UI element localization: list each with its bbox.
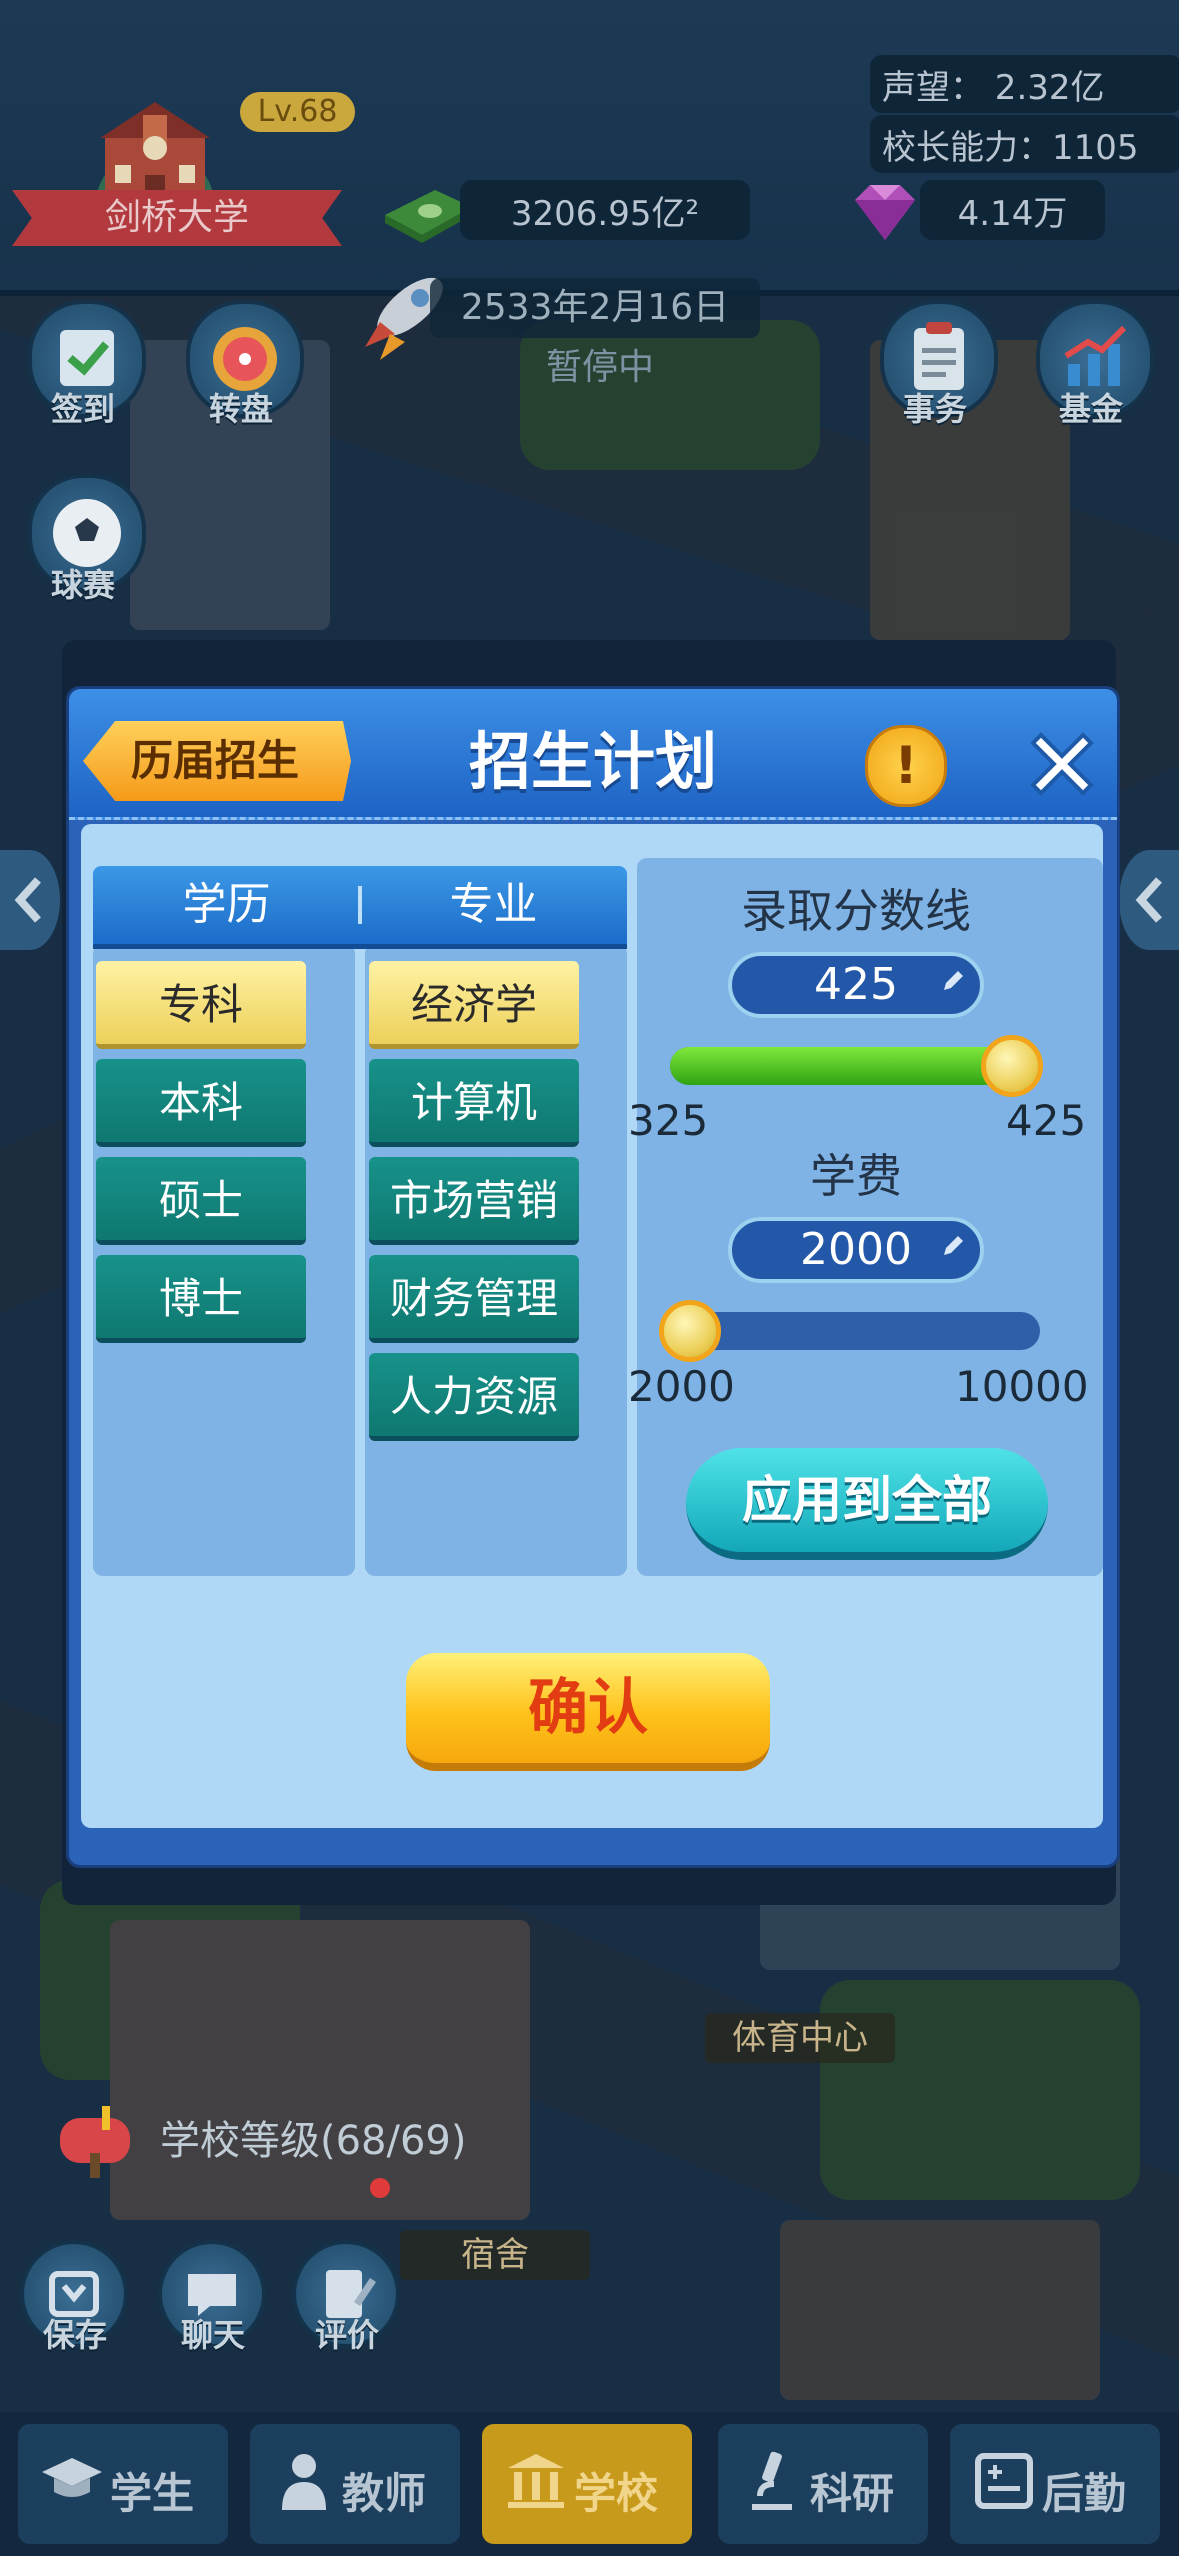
checkin-label: 签到 — [50, 390, 115, 428]
gem-value: 4.14万 — [957, 193, 1068, 234]
dorm-label[interactable]: 宿舍 — [400, 2230, 590, 2280]
money-display: 3206.95亿² — [460, 180, 750, 240]
affairs-label: 事务 — [902, 390, 967, 428]
fee-slider-knob[interactable] — [659, 1300, 721, 1362]
review-notification-dot — [370, 2178, 390, 2198]
nav-logistics[interactable]: 后勤 — [950, 2424, 1160, 2544]
nav-research[interactable]: 科研 — [718, 2424, 928, 2544]
right-arrow-icon[interactable] — [1119, 850, 1179, 950]
graduation-cap-icon — [42, 2458, 102, 2497]
degree-item-doctor[interactable]: 博士 — [96, 1255, 306, 1343]
fee-max-label: 10000 — [955, 1362, 1089, 1411]
score-line-label: 录取分数线 — [741, 884, 971, 938]
game-date: 2533年2月16日 — [430, 278, 760, 338]
fee-value-field[interactable]: 2000 — [728, 1217, 984, 1283]
score-min-label: 325 — [628, 1096, 709, 1145]
major-item-hr[interactable]: 人力资源 — [369, 1353, 579, 1441]
major-item-marketing[interactable]: 市场营销 — [369, 1157, 579, 1245]
fee-slider-track[interactable] — [670, 1312, 1040, 1350]
school-building-icon — [508, 2454, 564, 2508]
score-value: 425 — [814, 959, 898, 1010]
tab-bar: 学历 专业 — [93, 866, 627, 949]
microscope-icon — [752, 2451, 792, 2510]
score-slider-fill — [670, 1047, 1032, 1085]
pencil-icon — [944, 971, 963, 990]
tab-degree[interactable]: 学历 — [93, 866, 360, 944]
nav-teachers-label: 教师 — [342, 2469, 427, 2518]
wheel-label: 转盘 — [208, 390, 273, 428]
gem-icon — [855, 185, 915, 240]
prestige-display: 声望： 2.32亿 — [870, 55, 1179, 113]
fund-label: 基金 — [1058, 390, 1123, 428]
nav-school[interactable]: 学校 — [482, 2424, 692, 2544]
mailbox-icon — [60, 2106, 130, 2178]
score-value-field[interactable]: 425 — [728, 952, 984, 1018]
fee-min-label: 2000 — [628, 1362, 735, 1411]
degree-item-associate[interactable]: 专科 — [96, 961, 306, 1049]
score-max-label: 425 — [1006, 1096, 1087, 1145]
school-level-bar[interactable]: 学校等级(68/69) — [50, 2098, 570, 2178]
score-slider-track[interactable] — [670, 1047, 1032, 1085]
history-enrollment-button[interactable]: 历届招生 — [83, 721, 351, 801]
modal-header: 招生计划 历届招生 ! — [69, 689, 1117, 820]
gem-display: 4.14万 — [920, 180, 1105, 240]
review-label: 评价 — [314, 2316, 379, 2354]
fee-label: 学费 — [810, 1149, 902, 1203]
pause-status[interactable]: 暂停中 — [520, 338, 680, 390]
nav-school-label: 学校 — [574, 2469, 659, 2518]
sports-center-label[interactable]: 体育中心 — [705, 2013, 895, 2063]
save-label: 保存 — [42, 2316, 107, 2354]
confirm-button[interactable]: 确认 — [406, 1653, 770, 1771]
score-slider-knob[interactable] — [981, 1035, 1043, 1097]
principal-ability-display: 校长能力：1105 — [870, 115, 1179, 173]
level-badge: Lv.68 — [240, 92, 355, 132]
chat-label: 聊天 — [180, 2316, 245, 2354]
fee-value: 2000 — [800, 1224, 912, 1275]
info-icon[interactable]: ! — [865, 725, 947, 807]
principal-ability-value: 校长能力：1105 — [882, 127, 1139, 168]
nav-logistics-label: 后勤 — [1042, 2469, 1127, 2518]
degree-item-master[interactable]: 硕士 — [96, 1157, 306, 1245]
major-item-economics[interactable]: 经济学 — [369, 961, 579, 1049]
major-item-finance[interactable]: 财务管理 — [369, 1255, 579, 1343]
apply-to-all-button[interactable]: 应用到全部 — [686, 1448, 1048, 1560]
nav-students-label: 学生 — [110, 2469, 195, 2518]
logistics-icon — [975, 2453, 1033, 2509]
money-value: 3206.95亿² — [510, 193, 700, 234]
pencil-icon — [944, 1236, 963, 1255]
nav-teachers[interactable]: 教师 — [250, 2424, 460, 2544]
bottom-nav: 学生 教师 学校 科研 后勤 — [0, 2412, 1179, 2556]
degree-item-bachelor[interactable]: 本科 — [96, 1059, 306, 1147]
top-hud: Lv.68 剑桥大学 3206.95亿² 声望： 2.32亿 校长能力：1105… — [0, 0, 1179, 296]
left-arrow-icon[interactable] — [0, 850, 60, 950]
match-label: 球赛 — [50, 566, 115, 604]
school-name-banner[interactable]: 剑桥大学 — [12, 190, 342, 246]
tab-major[interactable]: 专业 — [360, 866, 627, 944]
nav-students[interactable]: 学生 — [18, 2424, 228, 2544]
school-level-text: 学校等级(68/69) — [160, 2118, 467, 2164]
major-item-computer[interactable]: 计算机 — [369, 1059, 579, 1147]
nav-research-label: 科研 — [810, 2469, 895, 2518]
teacher-icon — [282, 2454, 326, 2510]
close-icon[interactable] — [1019, 721, 1105, 807]
prestige-value: 声望： 2.32亿 — [882, 67, 1105, 108]
